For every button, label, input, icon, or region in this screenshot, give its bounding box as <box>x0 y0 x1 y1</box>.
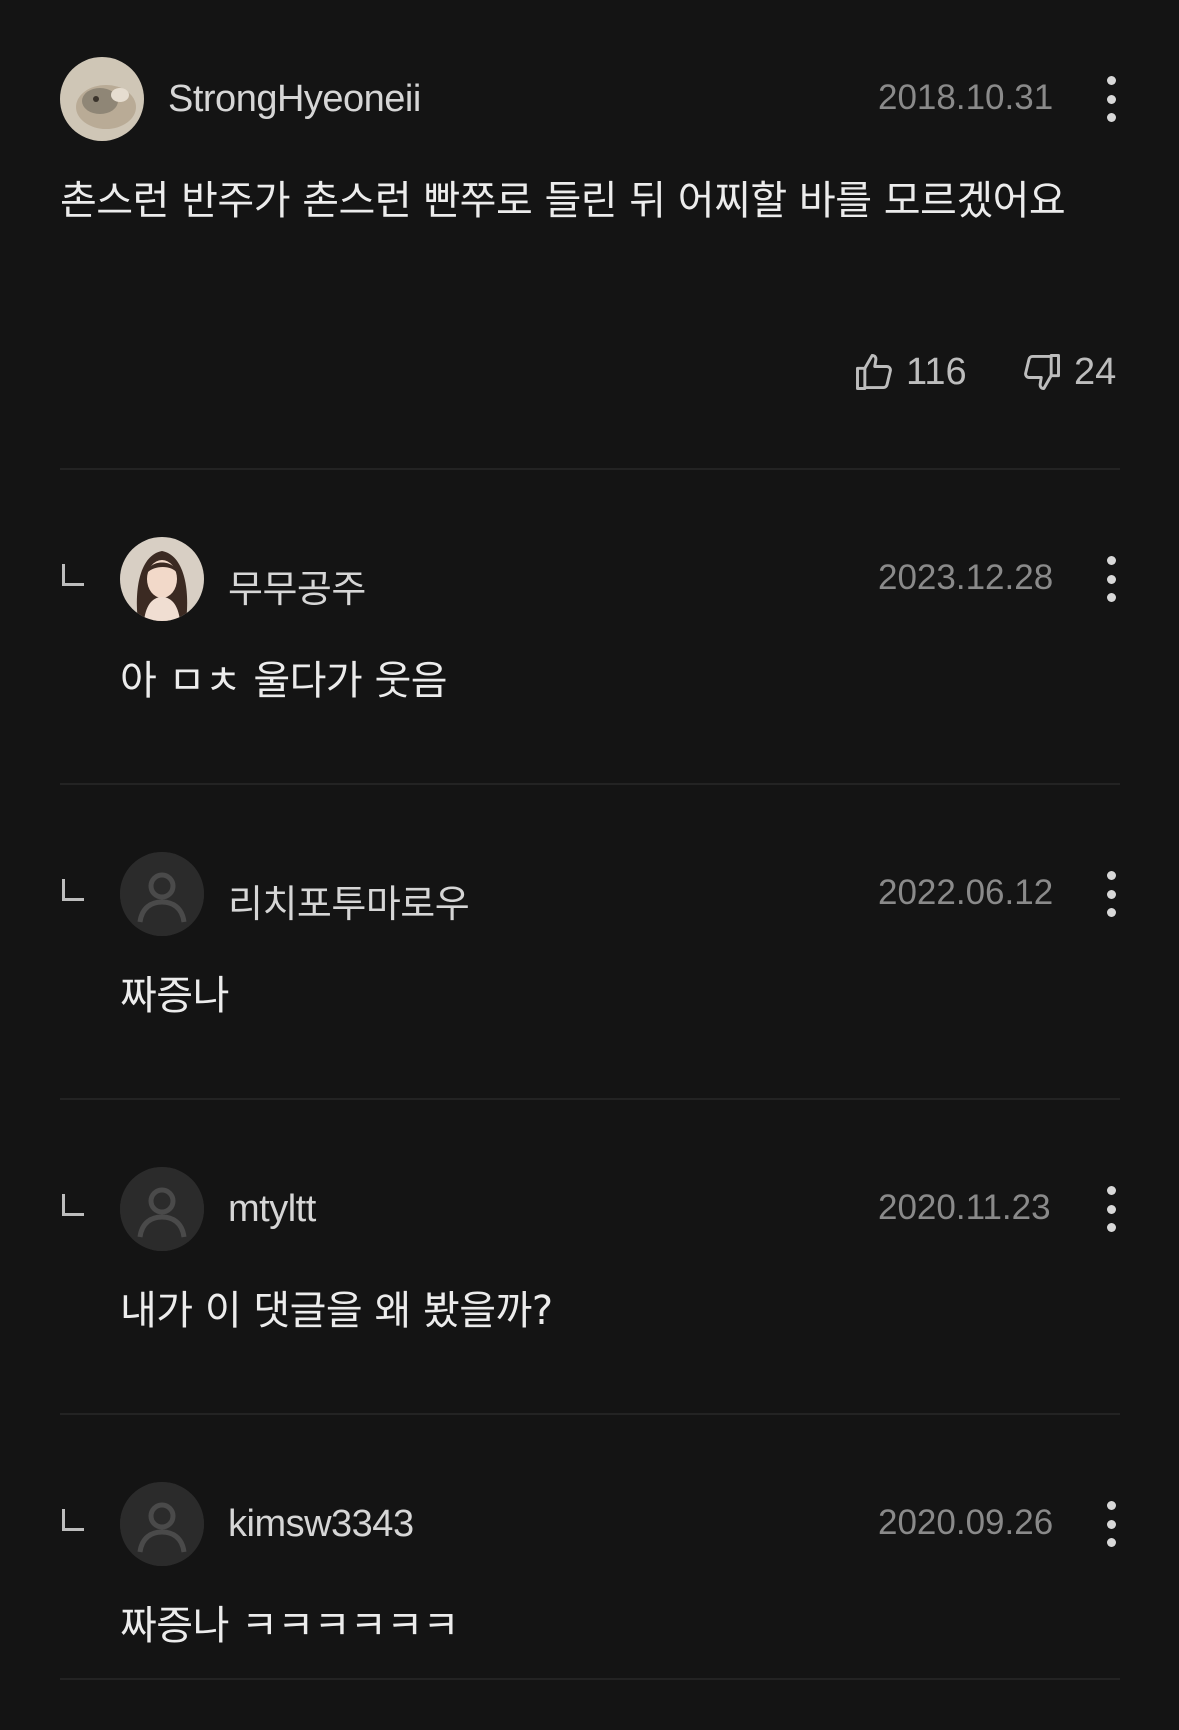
reply-indicator-icon <box>62 1194 84 1216</box>
reply-item: 무무공주 2023.12.28 아 ㅁㅊ 울다가 웃음 <box>0 470 1179 785</box>
thumbs-up-icon <box>856 354 892 390</box>
more-options-icon[interactable] <box>1096 554 1126 604</box>
comment-text: 내가 이 댓글을 왜 봤을까? <box>120 1288 553 1334</box>
comment-text: 아 ㅁㅊ 울다가 웃음 <box>120 658 448 704</box>
more-options-icon[interactable] <box>1096 74 1126 124</box>
reply-indicator-icon <box>62 879 84 901</box>
avatar[interactable] <box>120 537 204 621</box>
main-comment: StrongHyeoneii 2018.10.31 촌스런 반주가 촌스런 빤쭈… <box>0 0 1179 470</box>
username[interactable]: mtyltt <box>228 1188 316 1231</box>
hamster-photo-avatar <box>60 57 144 141</box>
default-user-icon <box>120 1167 204 1251</box>
comment-date: 2022.06.12 <box>878 873 1054 912</box>
avatar[interactable] <box>120 1482 204 1566</box>
more-options-icon[interactable] <box>1096 1184 1126 1234</box>
comment-date: 2023.12.28 <box>878 558 1054 597</box>
comment-text: 짜증나 <box>120 973 229 1019</box>
comment-date: 2020.11.23 <box>878 1188 1051 1227</box>
default-user-icon <box>120 852 204 936</box>
default-user-icon <box>120 1482 204 1566</box>
thumbs-down-icon <box>1024 354 1060 390</box>
avatar[interactable] <box>120 1167 204 1251</box>
dislike-count: 24 <box>1074 350 1117 393</box>
comment-date: 2020.09.26 <box>878 1503 1054 1542</box>
username[interactable]: kimsw3343 <box>228 1503 414 1546</box>
like-button[interactable]: 116 <box>852 350 967 394</box>
avatar[interactable] <box>60 57 144 141</box>
more-options-icon[interactable] <box>1096 1499 1126 1549</box>
avatar[interactable] <box>120 852 204 936</box>
reply-item: kimsw3343 2020.09.26 짜증나 ㅋㅋㅋㅋㅋㅋ <box>0 1415 1179 1730</box>
dislike-button[interactable]: 24 <box>1020 350 1116 394</box>
username[interactable]: 무무공주 <box>228 558 366 613</box>
reply-item: 리치포투마로우 2022.06.12 짜증나 <box>0 785 1179 1100</box>
profile-photo-avatar <box>120 537 204 621</box>
username[interactable]: StrongHyeoneii <box>168 78 421 121</box>
divider <box>60 1678 1120 1680</box>
like-count: 116 <box>906 350 967 393</box>
reply-indicator-icon <box>62 1509 84 1531</box>
comment-text: 촌스런 반주가 촌스런 빤쭈로 들린 뒤 어찌할 바를 모르겠어요 <box>60 178 1066 224</box>
username[interactable]: 리치포투마로우 <box>228 873 470 928</box>
comment-date: 2018.10.31 <box>878 78 1054 117</box>
reply-indicator-icon <box>62 564 84 586</box>
comment-text: 짜증나 ㅋㅋㅋㅋㅋㅋ <box>120 1603 459 1649</box>
more-options-icon[interactable] <box>1096 869 1126 919</box>
reply-item: mtyltt 2020.11.23 내가 이 댓글을 왜 봤을까? <box>0 1100 1179 1415</box>
